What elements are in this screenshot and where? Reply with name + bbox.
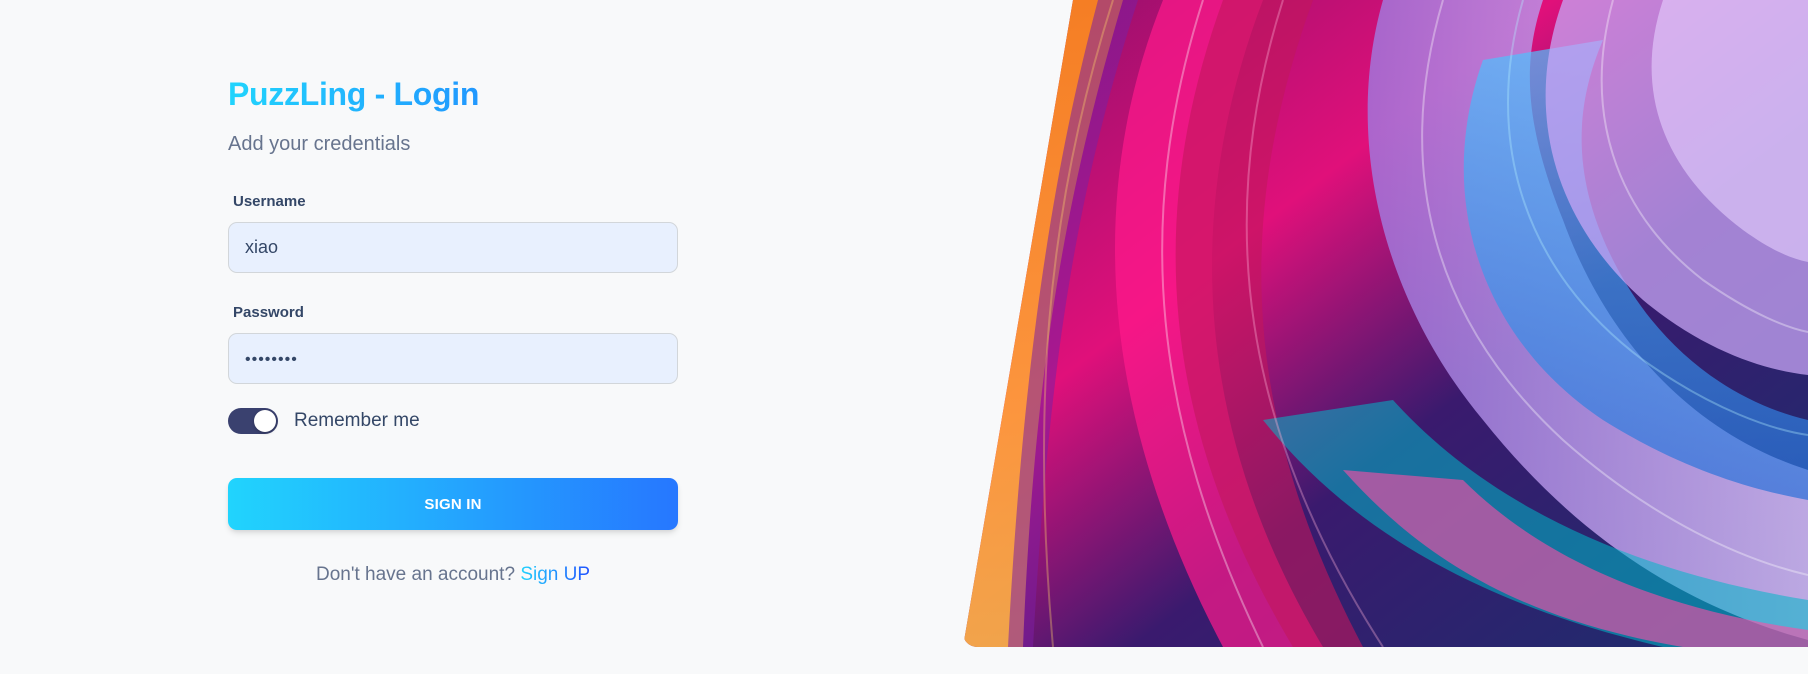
sign-up-link[interactable]: Sign UP — [520, 564, 590, 585]
username-value: xiao — [245, 237, 279, 257]
toggle-knob — [254, 410, 276, 432]
password-value: •••••••• — [245, 351, 298, 368]
password-input[interactable]: •••••••• — [228, 333, 678, 384]
remember-me-label[interactable]: Remember me — [294, 410, 420, 432]
username-label: Username — [233, 193, 306, 210]
sign-in-button[interactable]: SIGN IN — [228, 478, 678, 530]
page-title: PuzzLing - Login — [228, 70, 678, 118]
signup-row: Don't have an account? Sign UP — [228, 564, 678, 586]
login-panel: PuzzLing - Login Add your credentials Us… — [228, 70, 678, 586]
abstract-swirl-art-icon — [963, 0, 1808, 647]
remember-me-toggle[interactable] — [228, 408, 278, 434]
signup-prompt: Don't have an account? — [315, 564, 516, 585]
password-label: Password — [233, 304, 304, 321]
username-input[interactable]: xiao — [228, 222, 678, 273]
page-subtitle: Add your credentials — [228, 133, 411, 155]
remember-me-row: Remember me — [228, 406, 678, 436]
sign-in-button-label: SIGN IN — [424, 495, 482, 513]
decorative-artwork — [963, 0, 1808, 647]
